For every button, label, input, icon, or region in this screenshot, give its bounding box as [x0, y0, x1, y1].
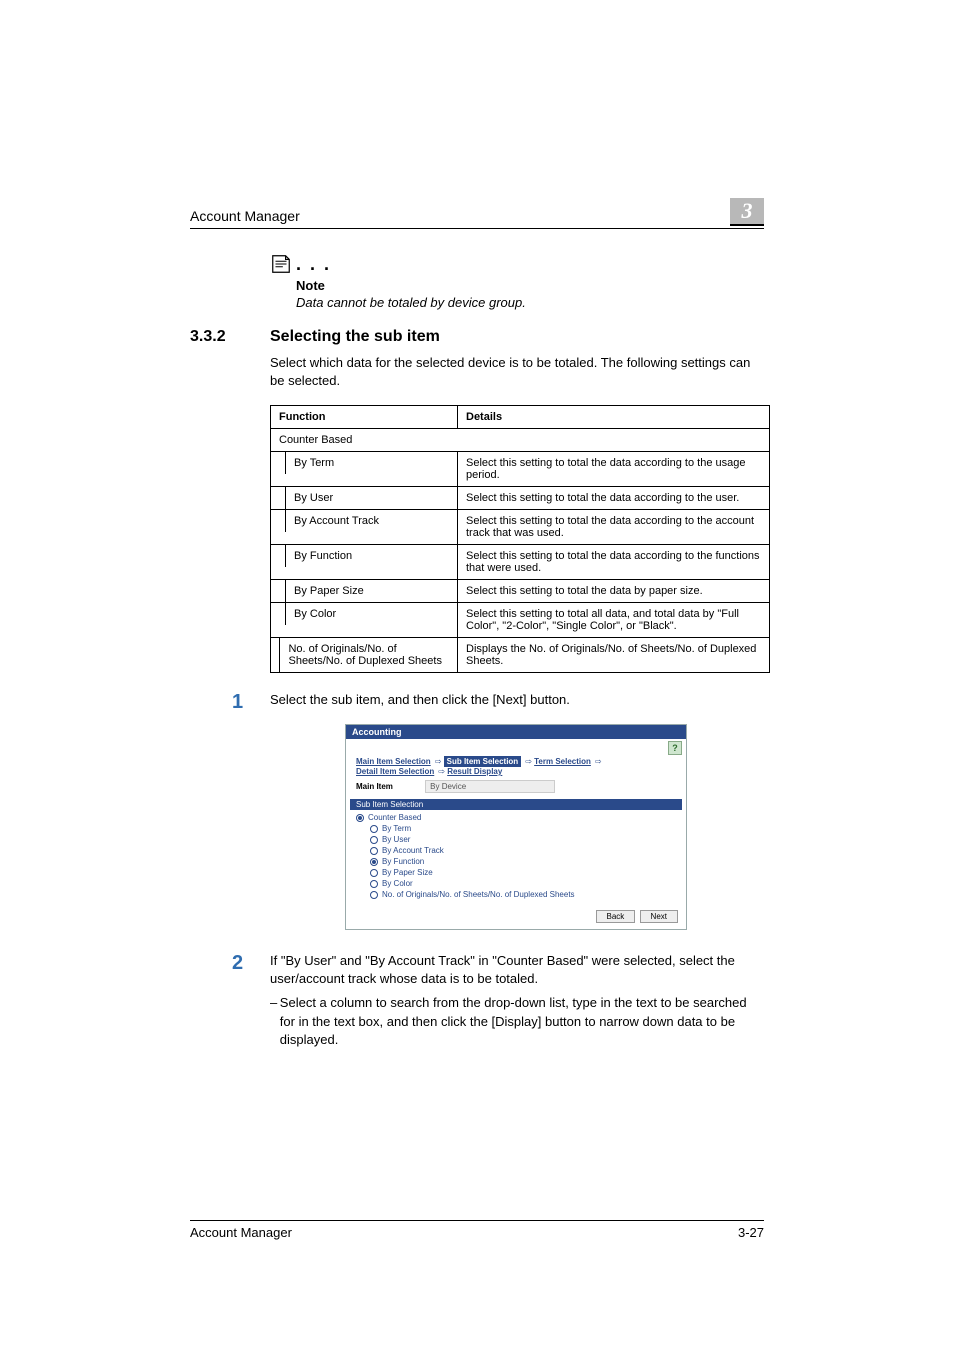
radio-by-function[interactable]: By Function: [356, 856, 676, 867]
table-row: By Function: [294, 550, 352, 562]
ss-breadcrumb: Main Item Selection⇨ Sub Item Selection⇨…: [346, 753, 686, 776]
section-title: Selecting the sub item: [270, 328, 440, 346]
radio-by-paper-size[interactable]: By Paper Size: [356, 867, 676, 878]
table-row: Displays the No. of Originals/No. of She…: [458, 638, 770, 673]
table-head-details: Details: [458, 406, 770, 429]
table-row: Select this setting to total the data ac…: [458, 510, 770, 545]
ss-section-header: Sub Item Selection: [350, 799, 682, 810]
radio-by-account-track[interactable]: By Account Track: [356, 845, 676, 856]
table-head-function: Function: [271, 406, 458, 429]
note-label: Note: [296, 278, 764, 293]
step-text: If "By User" and "By Account Track" in "…: [270, 952, 764, 988]
step-text: Select the sub item, and then click the …: [270, 691, 764, 714]
radio-icon: [356, 814, 364, 822]
note-text: Data cannot be totaled by device group.: [296, 295, 764, 310]
table-row: No. of Originals/No. of Sheets/No. of Du…: [288, 643, 449, 667]
radio-icon: [370, 847, 378, 855]
step-number: 1: [190, 691, 270, 714]
table-row: By Color: [294, 608, 336, 620]
next-button[interactable]: Next: [640, 910, 678, 923]
radio-icon: [370, 869, 378, 877]
radio-icon: [370, 825, 378, 833]
table-row: By User: [294, 492, 333, 504]
table-row: By Account Track: [294, 515, 379, 527]
footer-left: Account Manager: [190, 1225, 292, 1240]
radio-icon: [370, 858, 378, 866]
radio-by-user[interactable]: By User: [356, 834, 676, 845]
chapter-number-badge: 3: [730, 198, 764, 226]
dash-icon: –: [270, 994, 280, 1049]
step-1: 1 Select the sub item, and then click th…: [190, 691, 764, 714]
table-row: Select this setting to total all data, a…: [458, 603, 770, 638]
step-subtext: Select a column to search from the drop-…: [280, 994, 764, 1049]
table-group: Counter Based: [271, 429, 770, 452]
ss-main-item-label: Main Item: [356, 782, 393, 791]
table-row: By Term: [294, 457, 334, 469]
table-row: Select this setting to total the data by…: [458, 580, 770, 603]
radio-icon: [370, 836, 378, 844]
help-icon[interactable]: ?: [668, 741, 682, 755]
ss-main-item-value: By Device: [425, 780, 555, 793]
step-2: 2 If "By User" and "By Account Track" in…: [190, 952, 764, 1049]
note-block: . . . Note Data cannot be totaled by dev…: [270, 250, 764, 310]
breadcrumb-sub-item[interactable]: Sub Item Selection: [444, 756, 522, 767]
function-table: Function Details Counter Based By Term S…: [270, 405, 770, 673]
radio-counter-based[interactable]: Counter Based: [356, 812, 676, 823]
embedded-screenshot: Accounting ? Main Item Selection⇨ Sub It…: [345, 724, 687, 930]
table-row: By Paper Size: [294, 585, 364, 597]
table-row: Select this setting to total the data ac…: [458, 545, 770, 580]
radio-sheets[interactable]: No. of Originals/No. of Sheets/No. of Du…: [356, 889, 676, 900]
table-row: Select this setting to total the data ac…: [458, 487, 770, 510]
radio-icon: [370, 891, 378, 899]
radio-by-color[interactable]: By Color: [356, 878, 676, 889]
table-row: Select this setting to total the data ac…: [458, 452, 770, 487]
note-icon: . . .: [270, 250, 764, 276]
breadcrumb-term[interactable]: Term Selection: [534, 757, 591, 766]
back-button[interactable]: Back: [596, 910, 636, 923]
breadcrumb-result[interactable]: Result Display: [447, 767, 502, 776]
section-intro: Select which data for the selected devic…: [270, 354, 764, 389]
breadcrumb-detail[interactable]: Detail Item Selection: [356, 767, 434, 776]
radio-by-term[interactable]: By Term: [356, 823, 676, 834]
radio-icon: [370, 880, 378, 888]
ss-title: Accounting: [346, 725, 686, 739]
footer-right: 3-27: [738, 1225, 764, 1240]
step-number: 2: [190, 952, 270, 1049]
section-number: 3.3.2: [190, 328, 270, 346]
running-title: Account Manager: [190, 208, 300, 224]
breadcrumb-main-item[interactable]: Main Item Selection: [356, 757, 431, 766]
